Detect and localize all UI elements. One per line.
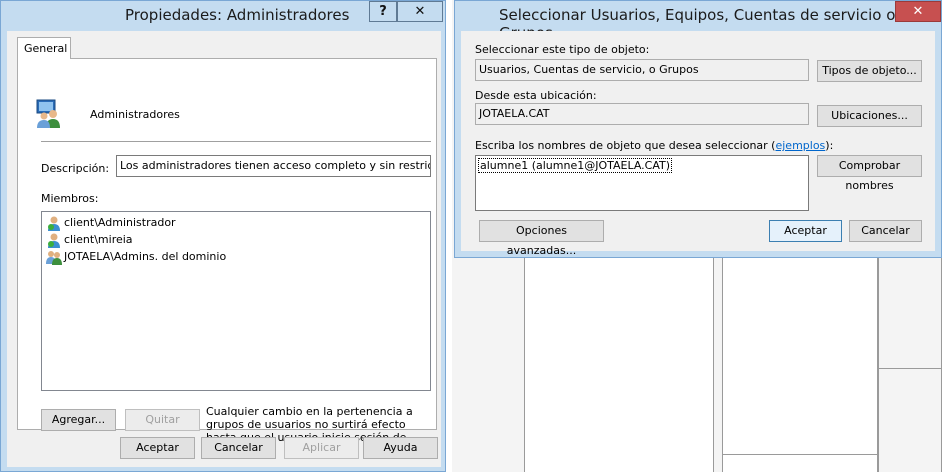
background-column [878,258,942,472]
title-bar[interactable]: Propiedades: Administradores ? ✕ [1,1,447,31]
names-label-text: Escriba los nombres de objeto que desea … [475,139,776,152]
description-field[interactable]: Los administradores tienen acceso comple… [116,155,431,177]
background-column [524,258,714,472]
user-icon [48,233,60,248]
group-icon [36,99,60,128]
help-footer-button[interactable]: Ayuda [363,437,438,459]
close-button[interactable]: ✕ [397,1,443,22]
object-types-button[interactable]: Tipos de objeto... [817,60,922,82]
object-name-entry[interactable]: alumne1 (alumne1@JOTAELA.CAT) [478,158,673,173]
location-label: Desde esta ubicación: [475,89,597,102]
ok-button[interactable]: Aceptar [120,437,195,459]
member-name: client\Administrador [64,216,176,229]
apply-button[interactable]: Aplicar [284,437,359,459]
member-name: JOTAELA\Admins. del dominio [64,250,227,263]
check-names-button[interactable]: Comprobar nombres [817,155,922,192]
list-item[interactable]: client\mireia [46,231,133,248]
advanced-options-button[interactable]: Opciones avanzadas... [479,220,604,257]
background-column [722,258,878,472]
object-names-input[interactable]: alumne1 (alumne1@JOTAELA.CAT) [475,155,809,211]
names-label-end: ): [825,139,834,152]
list-item[interactable]: client\Administrador [46,214,176,231]
background-divider [878,368,942,369]
group-name: Administradores [90,108,180,121]
examples-link[interactable]: ejemplos [775,139,825,152]
tab-panel-general: Administradores Descripción: Los adminis… [17,58,437,457]
properties-window: Propiedades: Administradores ? ✕ General… [0,0,446,472]
cancel-button[interactable]: Cancelar [849,220,922,242]
dialog-body: Seleccionar este tipo de objeto: Usuario… [461,31,935,257]
close-button[interactable]: ✕ [895,1,941,22]
names-label: Escriba los nombres de objeto que desea … [475,139,833,152]
group-icon [46,250,62,265]
locations-button[interactable]: Ubicaciones... [817,105,922,127]
remove-button[interactable]: Quitar [125,409,200,431]
cancel-button[interactable]: Cancelar [201,437,276,459]
dialog-body: General Administradores Descripción: Los… [7,31,441,467]
help-button[interactable]: ? [369,1,397,22]
select-objects-window: Seleccionar Usuarios, Equipos, Cuentas d… [454,0,942,258]
object-type-label: Seleccionar este tipo de objeto: [475,43,650,56]
description-label: Descripción: [41,162,110,175]
window-title: Propiedades: Administradores [125,6,350,24]
location-field: JOTAELA.CAT [475,103,809,125]
separator [41,141,431,142]
list-item[interactable]: JOTAELA\Admins. del dominio [46,248,226,265]
user-icon [48,216,60,231]
tab-general[interactable]: General [17,37,71,59]
members-list[interactable]: client\Administrador client\mireia JOTAE… [41,211,431,391]
background-divider [722,454,878,455]
member-name: client\mireia [64,233,133,246]
add-button[interactable]: Agregar... [41,409,116,431]
members-label: Miembros: [41,192,99,205]
object-type-field: Usuarios, Cuentas de servicio, o Grupos [475,59,809,81]
ok-button[interactable]: Aceptar [769,220,842,242]
